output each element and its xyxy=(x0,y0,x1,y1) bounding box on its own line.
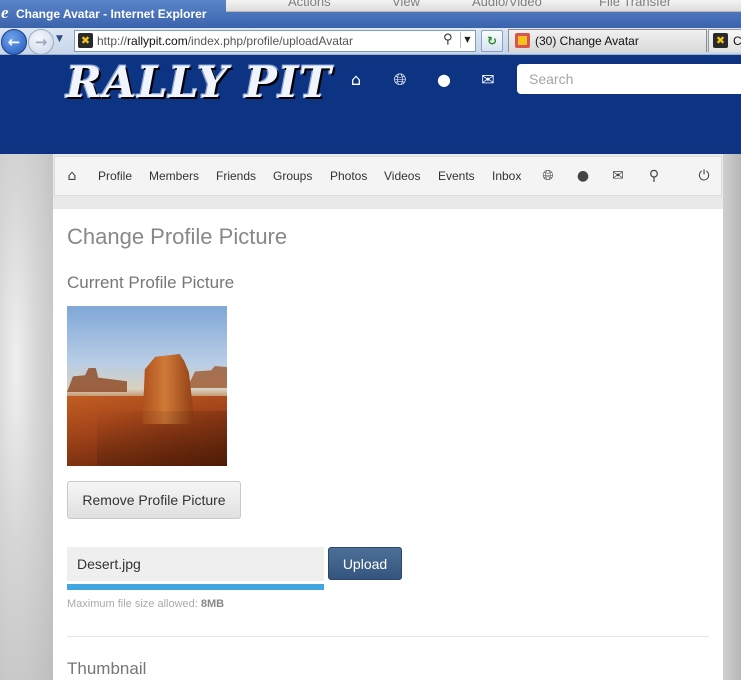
envelope-icon[interactable]: ✉ xyxy=(609,167,627,185)
address-dropdown-icon[interactable]: ▼ xyxy=(460,32,474,48)
tab-label: Ci xyxy=(733,34,741,48)
upload-progress-bar xyxy=(67,584,324,590)
search-icon[interactable]: ⚲ xyxy=(645,167,663,185)
search-input[interactable] xyxy=(517,64,741,94)
compatibility-refresh-icon[interactable]: ↻ xyxy=(481,30,503,52)
browser-tab[interactable]: ✖ Ci xyxy=(708,29,741,52)
url-domain: rallypit.com xyxy=(127,34,188,48)
address-url[interactable]: http://rallypit.com/index.php/profile/up… xyxy=(97,34,353,48)
globe-icon[interactable]: 🌐︎ xyxy=(539,167,557,185)
url-scheme: http:// xyxy=(97,34,128,48)
browser-titlebar: e Change Avatar - Internet Explorer Acti… xyxy=(0,0,741,28)
thumbnail-heading: Thumbnail xyxy=(67,659,147,678)
window-title: Change Avatar - Internet Explorer xyxy=(16,7,207,21)
page-title: Change Profile Picture xyxy=(67,224,288,249)
browser-navbar: ← → ▼ ✖ http://rallypit.com/index.php/pr… xyxy=(0,28,741,55)
page-background-right xyxy=(723,154,741,680)
toolbar-item-members[interactable]: Members xyxy=(149,169,199,183)
address-search-icon[interactable]: ⚲ xyxy=(443,32,453,47)
upload-progress-fill xyxy=(67,584,324,590)
tab-favicon-icon xyxy=(515,33,530,48)
background-app-toolbar: Actions View Audio/Video File Transfer xyxy=(226,0,741,12)
tab-favicon-icon: ✖ xyxy=(713,33,728,48)
ie-logo-icon: e xyxy=(1,3,9,22)
avatar-shadow xyxy=(97,411,227,466)
forward-arrow-icon[interactable]: → xyxy=(28,29,54,55)
history-dropdown-icon[interactable]: ▼ xyxy=(56,34,68,46)
page-background-left xyxy=(0,154,53,680)
site-favicon-icon: ✖ xyxy=(78,33,93,48)
profile-toolbar: ⌂ Profile Members Friends Groups Photos … xyxy=(54,156,722,196)
avatar-distant-butte xyxy=(67,368,127,392)
section-divider xyxy=(67,636,709,637)
ghost-item-audio-video: Audio/Video xyxy=(472,0,542,9)
toolbar-item-videos[interactable]: Videos xyxy=(384,169,420,183)
globe-icon[interactable]: 🌐︎ xyxy=(390,70,410,90)
home-icon[interactable]: ⌂ xyxy=(346,70,366,90)
user-icon[interactable]: ● xyxy=(434,70,454,90)
max-size-label: Maximum file size allowed: xyxy=(67,598,198,610)
upload-button[interactable]: Upload xyxy=(328,547,402,580)
remove-picture-button[interactable]: Remove Profile Picture xyxy=(67,481,241,519)
home-icon[interactable]: ⌂ xyxy=(63,167,81,185)
power-icon[interactable]: ⏻ xyxy=(695,167,713,185)
profile-picture xyxy=(67,306,227,466)
file-name-field[interactable]: Desert.jpg xyxy=(67,547,324,581)
browser-tab-active[interactable]: (30) Change Avatar xyxy=(508,29,707,52)
toolbar-item-photos[interactable]: Photos xyxy=(330,169,367,183)
max-size-value: 8MB xyxy=(200,598,225,610)
content-card: Change Profile Picture Current Profile P… xyxy=(53,209,723,680)
toolbar-item-friends[interactable]: Friends xyxy=(216,169,256,183)
toolbar-item-inbox[interactable]: Inbox xyxy=(492,169,521,183)
back-arrow-icon[interactable]: ← xyxy=(1,29,27,55)
toolbar-item-groups[interactable]: Groups xyxy=(273,169,312,183)
tab-label: (30) Change Avatar xyxy=(535,34,639,48)
users-icon[interactable]: ● xyxy=(574,167,592,185)
url-path: /index.php/profile/uploadAvatar xyxy=(187,34,353,48)
current-picture-heading: Current Profile Picture xyxy=(67,273,235,292)
avatar-distant-butte xyxy=(187,366,227,388)
address-bar[interactable]: ✖ http://rallypit.com/index.php/profile/… xyxy=(74,30,476,52)
envelope-icon[interactable]: ✉ xyxy=(478,70,498,90)
toolbar-item-events[interactable]: Events xyxy=(438,169,475,183)
ghost-item-view: View xyxy=(392,0,420,9)
ghost-item-actions: Actions xyxy=(288,0,331,9)
toolbar-item-profile[interactable]: Profile xyxy=(98,169,132,183)
site-logo[interactable]: RALLY PIT xyxy=(66,58,332,108)
ghost-item-file-transfer: File Transfer xyxy=(599,0,672,9)
max-file-size-note: Maximum file size allowed: 8MB xyxy=(67,598,224,610)
